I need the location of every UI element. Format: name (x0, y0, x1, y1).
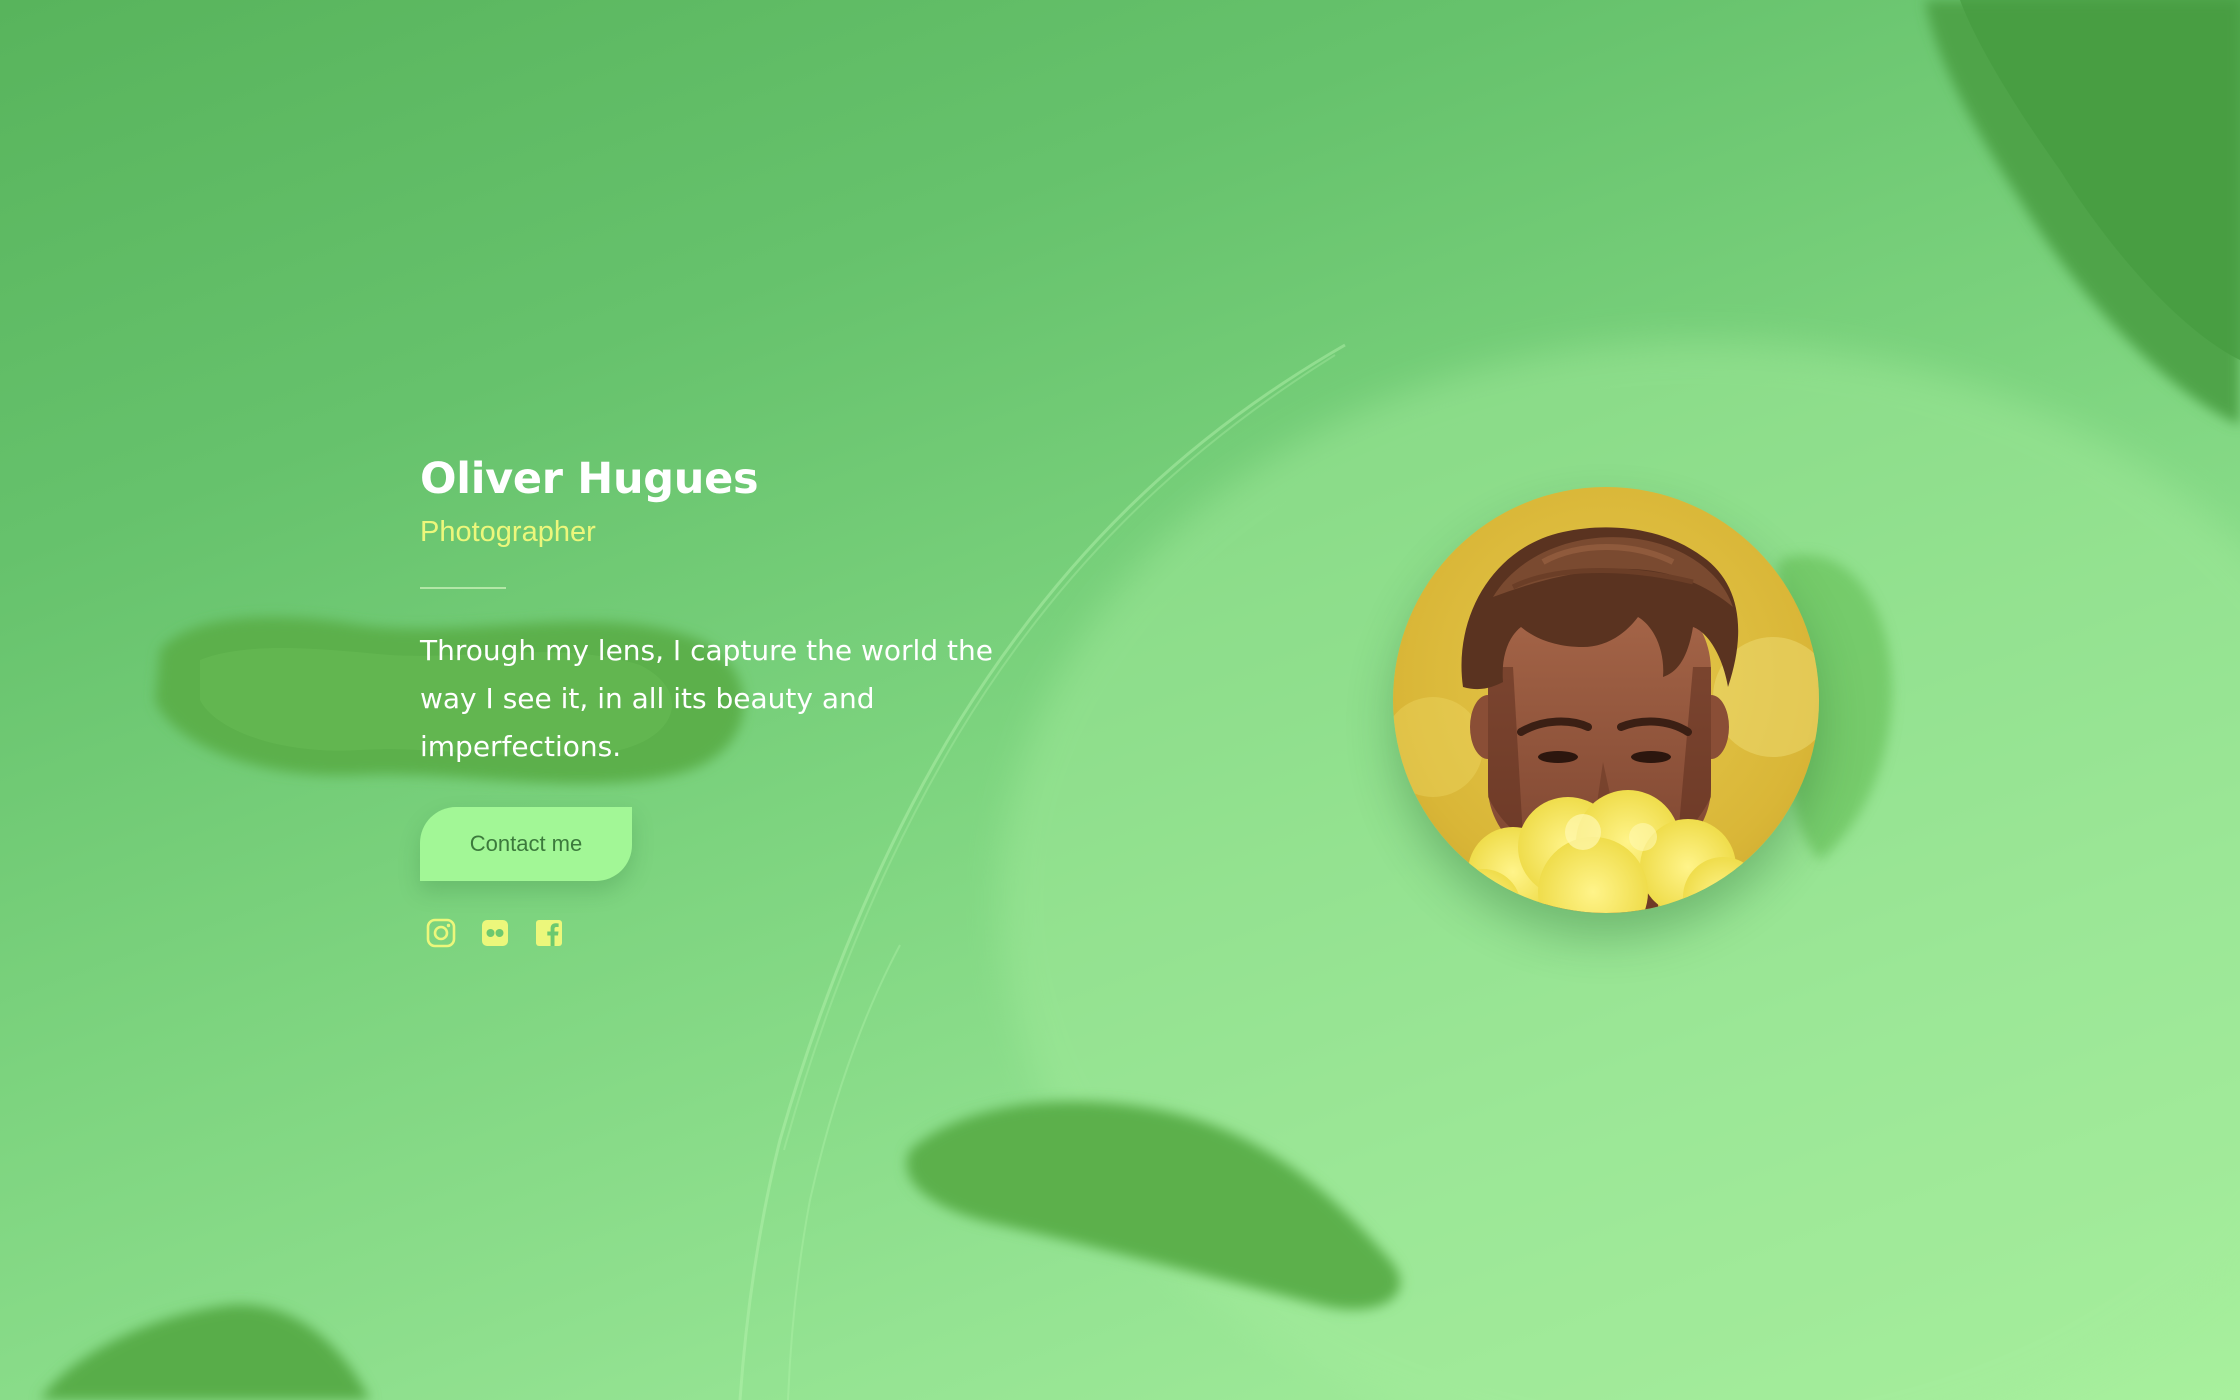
profile-role: Photographer (420, 516, 596, 548)
facebook-icon (536, 920, 562, 946)
contact-button[interactable]: Contact me (420, 807, 632, 881)
aerial-landscape-image (40, 0, 2240, 1400)
social-links (425, 917, 1020, 949)
avatar (1393, 487, 1819, 913)
profile-name: Oliver Hugues (420, 454, 759, 504)
flickr-icon (482, 920, 508, 946)
instagram-link[interactable] (425, 917, 457, 949)
intro-section: Oliver Hugues Photographer Through my le… (420, 450, 1020, 949)
hero-background (0, 0, 2240, 1400)
instagram-icon (426, 918, 456, 948)
facebook-link[interactable] (533, 917, 565, 949)
profile-bio: Through my lens, I capture the world the… (420, 634, 993, 763)
flickr-link[interactable] (479, 917, 511, 949)
portrait-photo (1393, 487, 1819, 913)
divider (420, 587, 506, 589)
